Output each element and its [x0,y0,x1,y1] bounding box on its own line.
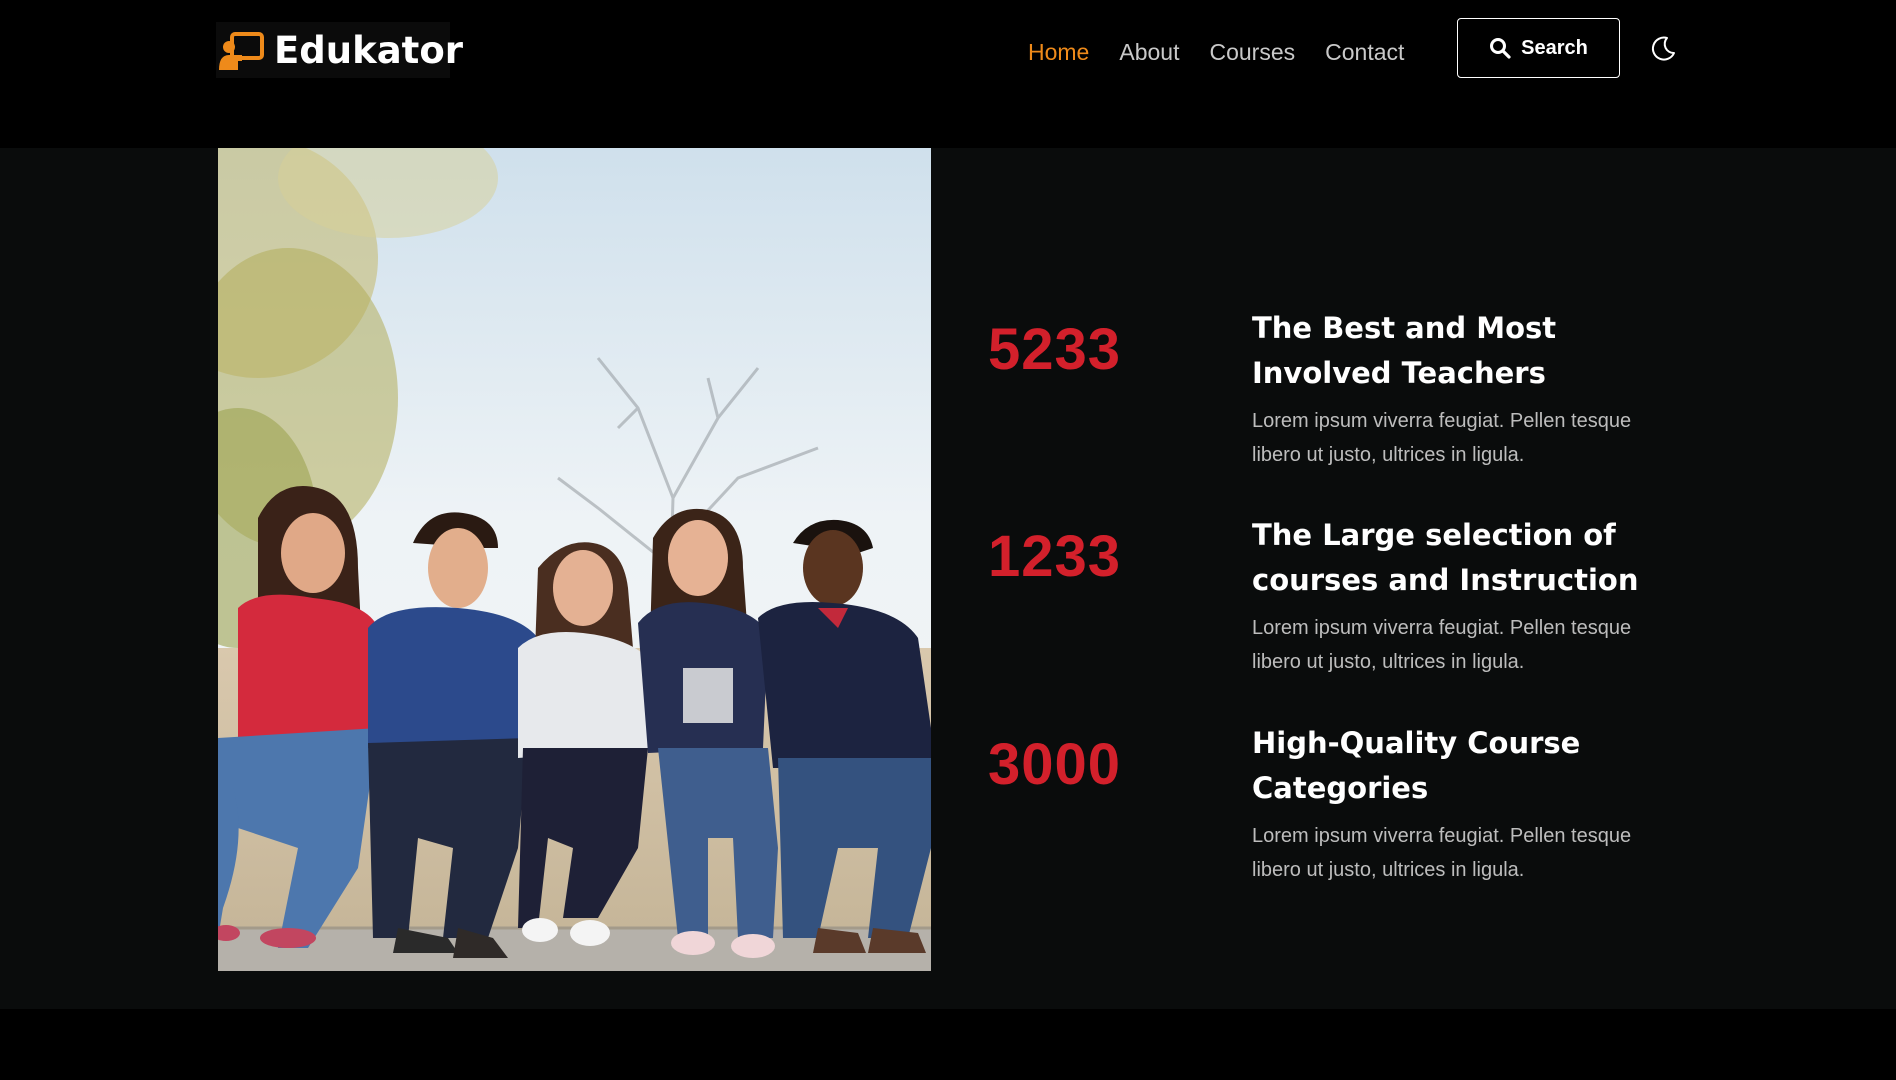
stats-section: 5233 The Best and Most Involved Teachers… [0,148,1896,1009]
stat-item: 1233 The Large selection of courses and … [988,513,1688,713]
main-nav: Home About Courses Contact [1028,36,1434,68]
search-button[interactable]: Search [1457,18,1620,78]
stat-title: The Best and Most Involved Teachers [1252,311,1557,390]
nav-courses[interactable]: Courses [1209,39,1295,66]
chalkboard-teacher-icon [218,28,266,72]
nav-home[interactable]: Home [1028,39,1089,66]
moon-icon [1651,36,1675,61]
stat-title: The Large selection of courses and Instr… [1252,518,1639,597]
search-icon [1490,38,1511,59]
stat-title: High-Quality Course Categories [1252,726,1581,805]
stat-item: 5233 The Best and Most Involved Teachers… [988,306,1688,506]
stat-description: Lorem ipsum viverra feugiat. Pellen tesq… [1252,410,1632,466]
search-label: Search [1521,36,1588,59]
stat-description: Lorem ipsum viverra feugiat. Pellen tesq… [1252,617,1632,673]
nav-about[interactable]: About [1119,39,1179,66]
nav-contact[interactable]: Contact [1325,39,1404,66]
theme-toggle-button[interactable] [1648,34,1678,64]
stat-description: Lorem ipsum viverra feugiat. Pellen tesq… [1252,825,1632,881]
stat-number: 1233 [988,524,1122,589]
site-header: Edukator Home About Courses Contact Sear… [0,0,1896,148]
stat-number: 3000 [988,732,1122,797]
stat-number: 5233 [988,317,1122,382]
brand-name: Edukator [274,28,464,72]
students-group-photo [218,148,931,971]
stat-item: 3000 High-Quality Course Categories Lore… [988,721,1688,921]
brand-logo[interactable]: Edukator [216,22,463,78]
